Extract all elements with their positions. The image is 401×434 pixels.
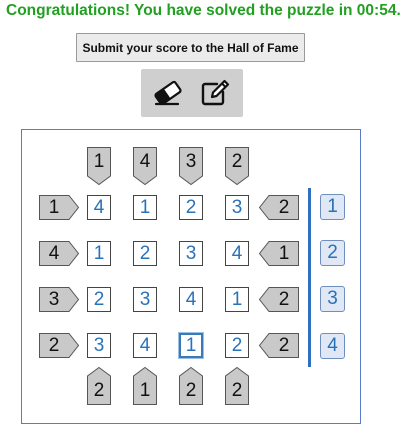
eraser-icon bbox=[154, 80, 182, 106]
grid-cell-r3c4[interactable]: 1 bbox=[225, 287, 249, 312]
grid-cell-r2c2[interactable]: 2 bbox=[133, 241, 157, 266]
grid-cell-r1c3[interactable]: 2 bbox=[179, 195, 203, 220]
grid-cell-r2c4[interactable]: 4 bbox=[225, 241, 249, 266]
clue-bottom-3-shape bbox=[179, 366, 203, 405]
eraser-button[interactable] bbox=[150, 75, 186, 111]
clue-right-2-shape bbox=[258, 241, 299, 266]
palette-button-3[interactable]: 3 bbox=[320, 286, 345, 312]
congratulations-message: Congratulations! You have solved the puz… bbox=[6, 2, 401, 19]
puzzle-page: Congratulations! You have solved the puz… bbox=[0, 0, 401, 434]
clue-left-4-shape bbox=[39, 333, 80, 358]
palette-button-4[interactable]: 4 bbox=[320, 333, 345, 359]
clue-left-1-shape bbox=[39, 195, 80, 220]
palette-separator bbox=[308, 188, 311, 367]
tool-bar bbox=[141, 69, 243, 117]
clue-bottom-4-shape bbox=[225, 366, 249, 405]
submit-score-button[interactable]: Submit your score to the Hall of Fame bbox=[76, 33, 305, 62]
grid-cell-r3c2[interactable]: 3 bbox=[133, 287, 157, 312]
pencil-button[interactable] bbox=[197, 75, 233, 111]
clue-top-4-shape bbox=[225, 147, 249, 186]
grid-cell-r1c4[interactable]: 3 bbox=[225, 195, 249, 220]
clue-right-3-shape bbox=[258, 287, 299, 312]
clue-right-1-shape bbox=[258, 195, 299, 220]
palette-button-2[interactable]: 2 bbox=[320, 240, 345, 266]
pencil-icon bbox=[201, 79, 230, 106]
clue-left-2-shape bbox=[39, 241, 80, 266]
clue-top-3-shape bbox=[179, 147, 203, 186]
clue-top-1-shape bbox=[87, 147, 111, 186]
grid-cell-r4c4[interactable]: 2 bbox=[225, 333, 249, 358]
clue-bottom-2-shape bbox=[133, 366, 157, 405]
grid-cell-r1c2[interactable]: 1 bbox=[133, 195, 157, 220]
grid-cell-r1c1[interactable]: 4 bbox=[87, 195, 111, 220]
clue-bottom-1-shape bbox=[87, 366, 111, 405]
clue-left-3-shape bbox=[39, 287, 80, 312]
palette-button-1[interactable]: 1 bbox=[320, 194, 345, 220]
grid-cell-r4c3[interactable]: 1 bbox=[179, 333, 203, 358]
grid-cell-r2c3[interactable]: 3 bbox=[179, 241, 203, 266]
clue-right-4-shape bbox=[258, 333, 299, 358]
grid-cell-r2c1[interactable]: 1 bbox=[87, 241, 111, 266]
grid-cell-r3c3[interactable]: 4 bbox=[179, 287, 203, 312]
grid-cell-r4c2[interactable]: 4 bbox=[133, 333, 157, 358]
grid-cell-r4c1[interactable]: 3 bbox=[87, 333, 111, 358]
clue-top-2-shape bbox=[133, 147, 157, 186]
grid-cell-r3c1[interactable]: 2 bbox=[87, 287, 111, 312]
